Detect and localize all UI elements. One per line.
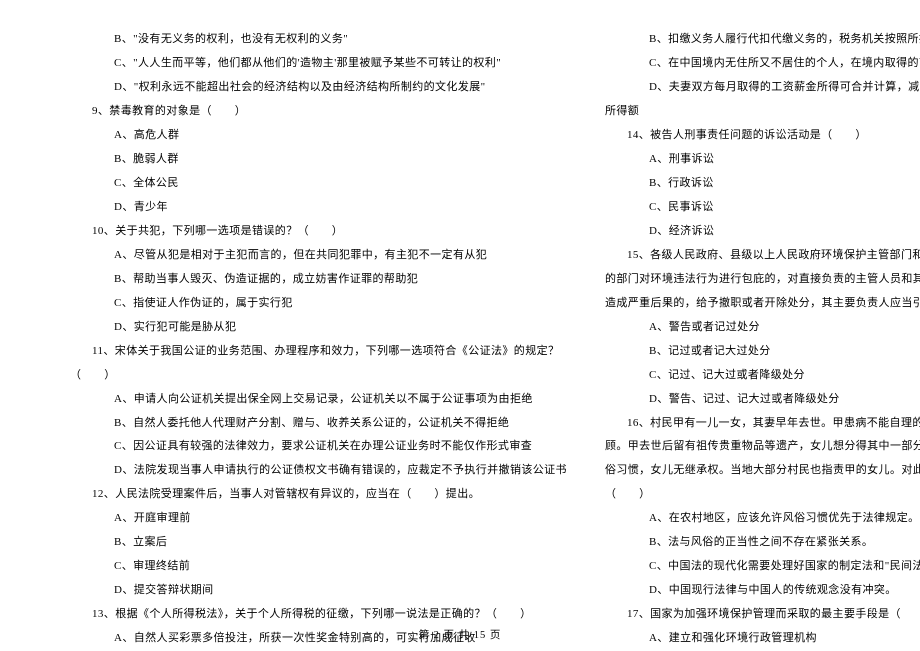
- q12-stem: 12、人民法院受理案件后，当事人对管辖权有异议的，应当在（ ）提出。: [70, 483, 567, 507]
- q16-opt-b: B、法与风俗的正当性之间不存在紧张关系。: [605, 531, 920, 555]
- q14-opt-a: A、刑事诉讼: [605, 148, 920, 172]
- q17-stem: 17、国家为加强环境保护管理而采取的最主要手段是（ ）: [605, 603, 920, 627]
- q11-opt-c: C、因公证具有较强的法律效力，要求公证机关在办理公证业务时不能仅作形式审查: [70, 435, 567, 459]
- q9-opt-a: A、高危人群: [70, 124, 567, 148]
- q9-opt-b: B、脆弱人群: [70, 148, 567, 172]
- q14-opt-c: C、民事诉讼: [605, 196, 920, 220]
- q15-stem: 15、各级人民政府、县级以上人民政府环境保护主管部门和其他负有环境保护监督管理职…: [605, 244, 920, 268]
- q15-stem2: 的部门对环境违法行为进行包庇的，对直接负责的主管人员和其他直接责任人员给予（ ）…: [605, 268, 920, 292]
- q14-opt-d: D、经济诉讼: [605, 220, 920, 244]
- q16-stem2: 顾。甲去世后留有祖传贵重物品等遗产，女儿想分得其中一部分，但是儿子认为按照当地的…: [605, 435, 920, 459]
- q11-stem: 11、宋体关于我国公证的业务范围、办理程序和效力，下列哪一选项符合《公证法》的规…: [70, 340, 567, 364]
- q16-opt-d: D、中国现行法律与中国人的传统观念没有冲突。: [605, 579, 920, 603]
- q9-opt-c: C、全体公民: [70, 172, 567, 196]
- left-column: B、"没有无义务的权利，也没有无权利的义务" C、"人人生而平等，他们都从他们的…: [70, 28, 567, 620]
- q16-opt-a: A、在农村地区，应该允许风俗习惯优先于法律规定。: [605, 507, 920, 531]
- q16-stem: 16、村民甲有一儿一女，其妻早年去世。甲患病不能自理的五年时间里，由其女儿对甲进…: [605, 412, 920, 436]
- q12-opt-c: C、审理终结前: [70, 555, 567, 579]
- q12-opt-d: D、提交答辩状期间: [70, 579, 567, 603]
- q15-opt-a: A、警告或者记过处分: [605, 316, 920, 340]
- q11-opt-a: A、申请人向公证机关提出保全网上交易记录，公证机关以不属于公证事项为由拒绝: [70, 388, 567, 412]
- q8-opt-d: D、"权利永远不能超出社会的经济结构以及由经济结构所制约的文化发展": [70, 76, 567, 100]
- q12-opt-a: A、开庭审理前: [70, 507, 567, 531]
- q9-opt-d: D、青少年: [70, 196, 567, 220]
- q11-opt-b: B、自然人委托他人代理财产分割、赠与、收养关系公证的，公证机关不得拒绝: [70, 412, 567, 436]
- q8-opt-c: C、"人人生而平等，他们都从他们的'造物主'那里被赋予某些不可转让的权利": [70, 52, 567, 76]
- q14-stem: 14、被告人刑事责任问题的诉讼活动是（ ）: [605, 124, 920, 148]
- q10-opt-b: B、帮助当事人毁灭、伪造证据的，成立妨害作证罪的帮助犯: [70, 268, 567, 292]
- q13-stem: 13、根据《个人所得税法》，关于个人所得税的征缴，下列哪一说法是正确的？（ ）: [70, 603, 567, 627]
- q13-opt-c: C、在中国境内无住所又不居住的个人，在境内取得的商业保险赔款，应缴纳个人所得税: [605, 52, 920, 76]
- q13-opt-b: B、扣缴义务人履行代扣代缴义务的，税务机关按照所扣缴的税款付给 2%的手续费: [605, 28, 920, 52]
- right-column: B、扣缴义务人履行代扣代缴义务的，税务机关按照所扣缴的税款付给 2%的手续费 C…: [605, 28, 920, 620]
- exam-page: B、"没有无义务的权利，也没有无权利的义务" C、"人人生而平等，他们都从他们的…: [0, 0, 920, 650]
- q14-opt-b: B、行政诉讼: [605, 172, 920, 196]
- q11-stem2: （ ）: [70, 364, 567, 388]
- q9-stem: 9、禁毒教育的对象是（ ）: [70, 100, 567, 124]
- q16-stem4: （ ）: [605, 483, 920, 507]
- q15-stem3: 造成严重后果的，给予撤职或者开除处分，其主要负责人应当引咎辞职。: [605, 292, 920, 316]
- q8-opt-b: B、"没有无义务的权利，也没有无权利的义务": [70, 28, 567, 52]
- q15-opt-c: C、记过、记大过或者降级处分: [605, 364, 920, 388]
- q13-opt-d2: 所得额: [605, 100, 920, 124]
- page-footer: 第 2 页 共 15 页: [0, 627, 920, 642]
- q15-opt-b: B、记过或者记大过处分: [605, 340, 920, 364]
- q10-opt-a: A、尽管从犯是相对于主犯而言的，但在共同犯罪中，有主犯不一定有从犯: [70, 244, 567, 268]
- q15-opt-d: D、警告、记过、记大过或者降级处分: [605, 388, 920, 412]
- q13-opt-d: D、夫妻双方每月取得的工资薪金所得可合并计算，减除费用 7000 元后的余额，为…: [605, 76, 920, 100]
- q10-opt-c: C、指使证人作伪证的，属于实行犯: [70, 292, 567, 316]
- q11-opt-d: D、法院发现当事人申请执行的公证债权文书确有错误的，应裁定不予执行并撤销该公证书: [70, 459, 567, 483]
- q16-stem3: 俗习惯，女儿无继承权。当地大部分村民也指责甲的女儿。对此，下列哪一说法是可以成立…: [605, 459, 920, 483]
- q10-opt-d: D、实行犯可能是胁从犯: [70, 316, 567, 340]
- q10-stem: 10、关于共犯，下列哪一选项是错误的？（ ）: [70, 220, 567, 244]
- q16-opt-c: C、中国法的现代化需要处理好国家的制定法和"民间法"之间的关系。: [605, 555, 920, 579]
- q12-opt-b: B、立案后: [70, 531, 567, 555]
